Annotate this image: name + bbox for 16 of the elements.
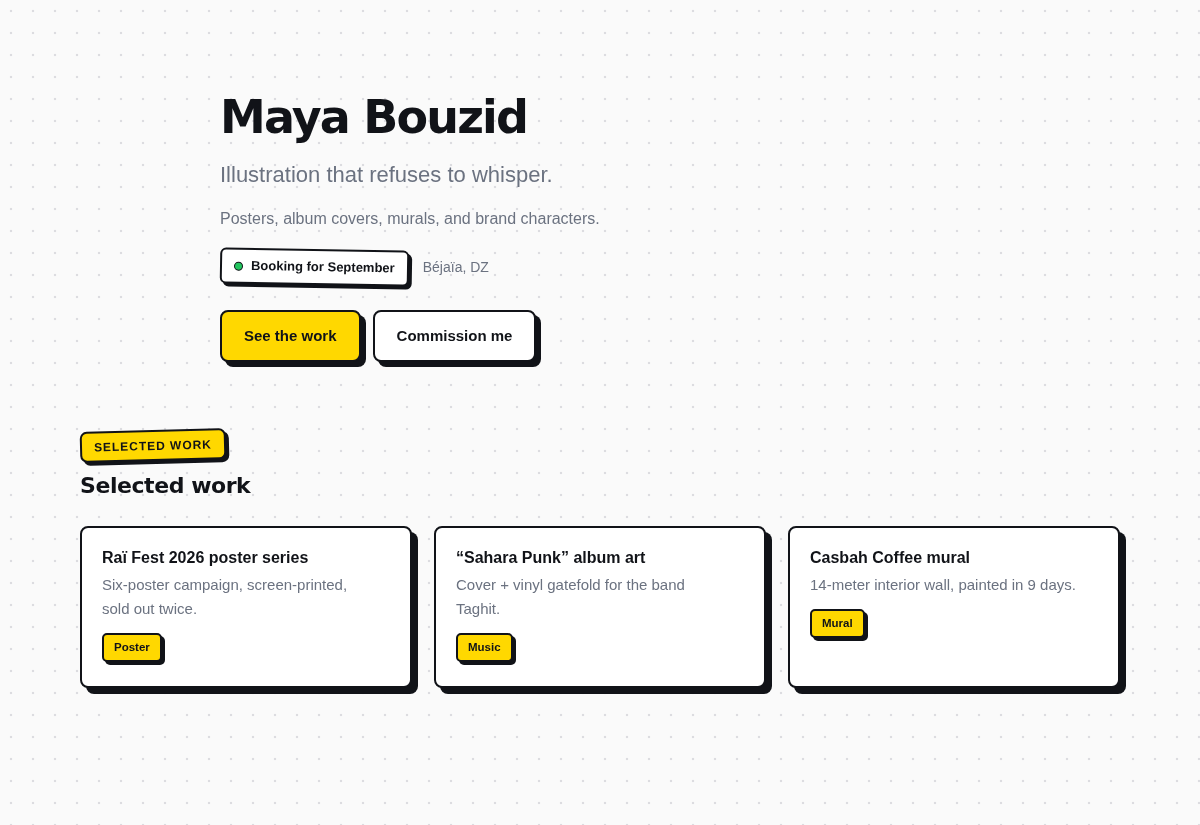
badge-label: Booking for September — [250, 257, 395, 278]
project-tag: Music — [456, 633, 513, 662]
section-eyebrow: SELECTED WORK — [79, 428, 227, 463]
project-description: Six-poster campaign, screen-printed, sold out twice. — [102, 575, 349, 619]
project-description: 14-meter interior wall, painted in 9 days. — [810, 575, 1076, 595]
project-title: “Sahara Punk” album art — [456, 548, 646, 568]
tagline: Illustration that refuses to whisper. — [220, 161, 553, 189]
project-tag: Mural — [810, 609, 865, 638]
section-heading: Selected work — [80, 472, 251, 500]
page-title: Maya Bouzid — [220, 89, 528, 146]
project-description: Cover + vinyl gatefold for the band Taghit. — [456, 575, 686, 619]
project-title: Casbah Coffee mural — [810, 548, 971, 568]
project-tag: Poster — [102, 633, 162, 662]
description: Posters, album covers, murals, and brand characters. — [220, 209, 600, 229]
project-title: Raï Fest 2026 poster series — [102, 548, 309, 568]
location: Béjaïa, DZ — [422, 257, 489, 277]
